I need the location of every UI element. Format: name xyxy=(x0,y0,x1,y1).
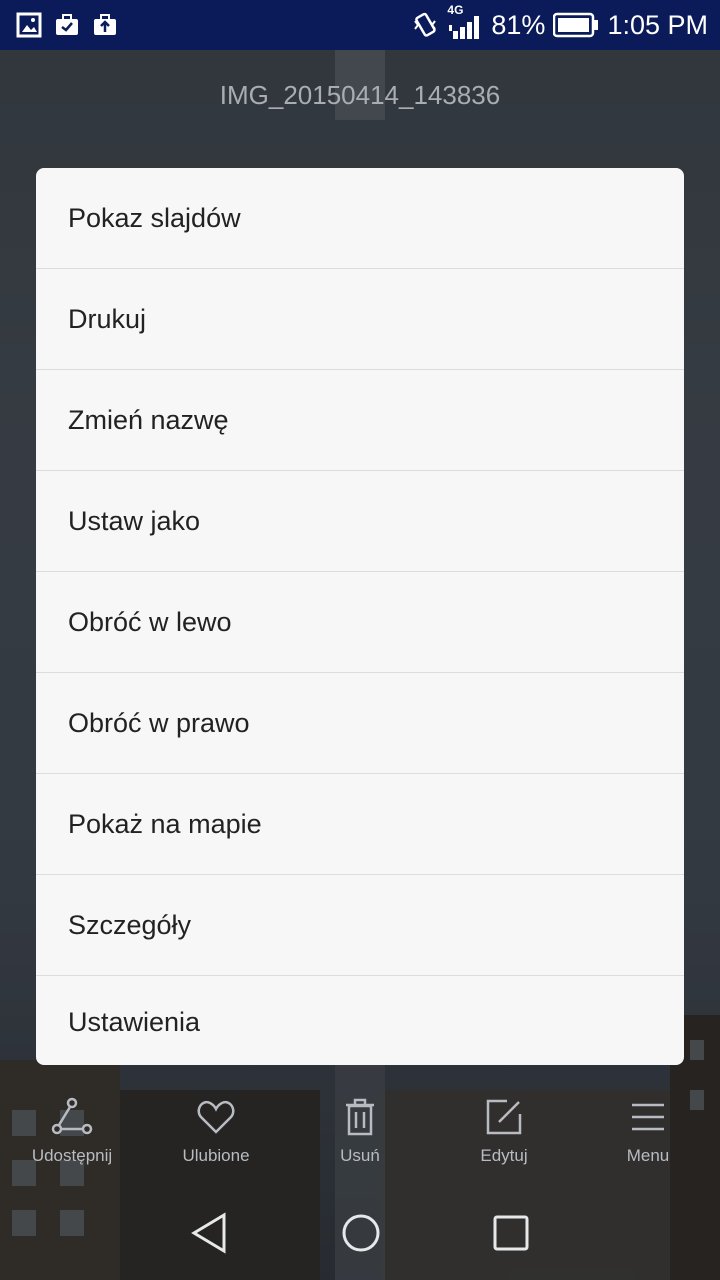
edit-label: Edytuj xyxy=(480,1146,528,1165)
briefcase-upload-icon xyxy=(92,12,118,38)
image-title: IMG_20150414_143836 xyxy=(219,80,501,110)
gallery-icon xyxy=(16,12,42,38)
menu-button[interactable]: Menu xyxy=(576,1092,720,1182)
status-time: 1:05 PM xyxy=(607,9,708,40)
menu-item-set-as[interactable]: Ustaw jako xyxy=(36,471,684,572)
network-type: 4G xyxy=(447,3,464,17)
share-button[interactable]: Udostępnij xyxy=(0,1092,144,1182)
briefcase-check-icon xyxy=(54,12,80,38)
vibrate-icon xyxy=(411,11,439,39)
menu-item-slideshow[interactable]: Pokaz slajdów xyxy=(36,168,684,269)
delete-label: Usuń xyxy=(340,1146,380,1165)
menu-item-rotate-right[interactable]: Obróć w prawo xyxy=(36,673,684,774)
overflow-menu: Pokaz slajdów Drukuj Zmień nazwę Ustaw j… xyxy=(36,168,684,1065)
battery-percent: 81% xyxy=(491,9,546,40)
battery-icon xyxy=(553,12,599,38)
heart-icon xyxy=(196,1092,236,1142)
recents-icon[interactable] xyxy=(492,1214,530,1256)
menu-item-settings[interactable]: Ustawienia xyxy=(36,976,684,1065)
signal-icon: 4G xyxy=(447,3,483,39)
menu-icon xyxy=(630,1092,666,1142)
home-icon[interactable] xyxy=(340,1212,382,1258)
navigation-bar xyxy=(0,1190,720,1280)
share-icon xyxy=(51,1092,93,1142)
favorite-label: Ulubione xyxy=(182,1146,250,1165)
favorite-button[interactable]: Ulubione xyxy=(144,1092,288,1182)
share-label: Udostępnij xyxy=(31,1146,113,1165)
menu-item-details[interactable]: Szczegóły xyxy=(36,875,684,976)
menu-item-show-on-map[interactable]: Pokaż na mapie xyxy=(36,774,684,875)
menu-label: Menu xyxy=(626,1146,670,1165)
trash-icon xyxy=(343,1092,377,1142)
edit-button[interactable]: Edytuj xyxy=(432,1092,576,1182)
back-icon[interactable] xyxy=(190,1211,230,1259)
edit-icon xyxy=(485,1092,523,1142)
bottom-toolbar: Udostępnij Ulubione Usuń Edytuj Menu xyxy=(0,1092,720,1182)
status-bar: 4G 81% 1:05 PM xyxy=(0,0,720,50)
menu-item-rename[interactable]: Zmień nazwę xyxy=(36,370,684,471)
menu-item-print[interactable]: Drukuj xyxy=(36,269,684,370)
delete-button[interactable]: Usuń xyxy=(288,1092,432,1182)
menu-item-rotate-left[interactable]: Obróć w lewo xyxy=(36,572,684,673)
